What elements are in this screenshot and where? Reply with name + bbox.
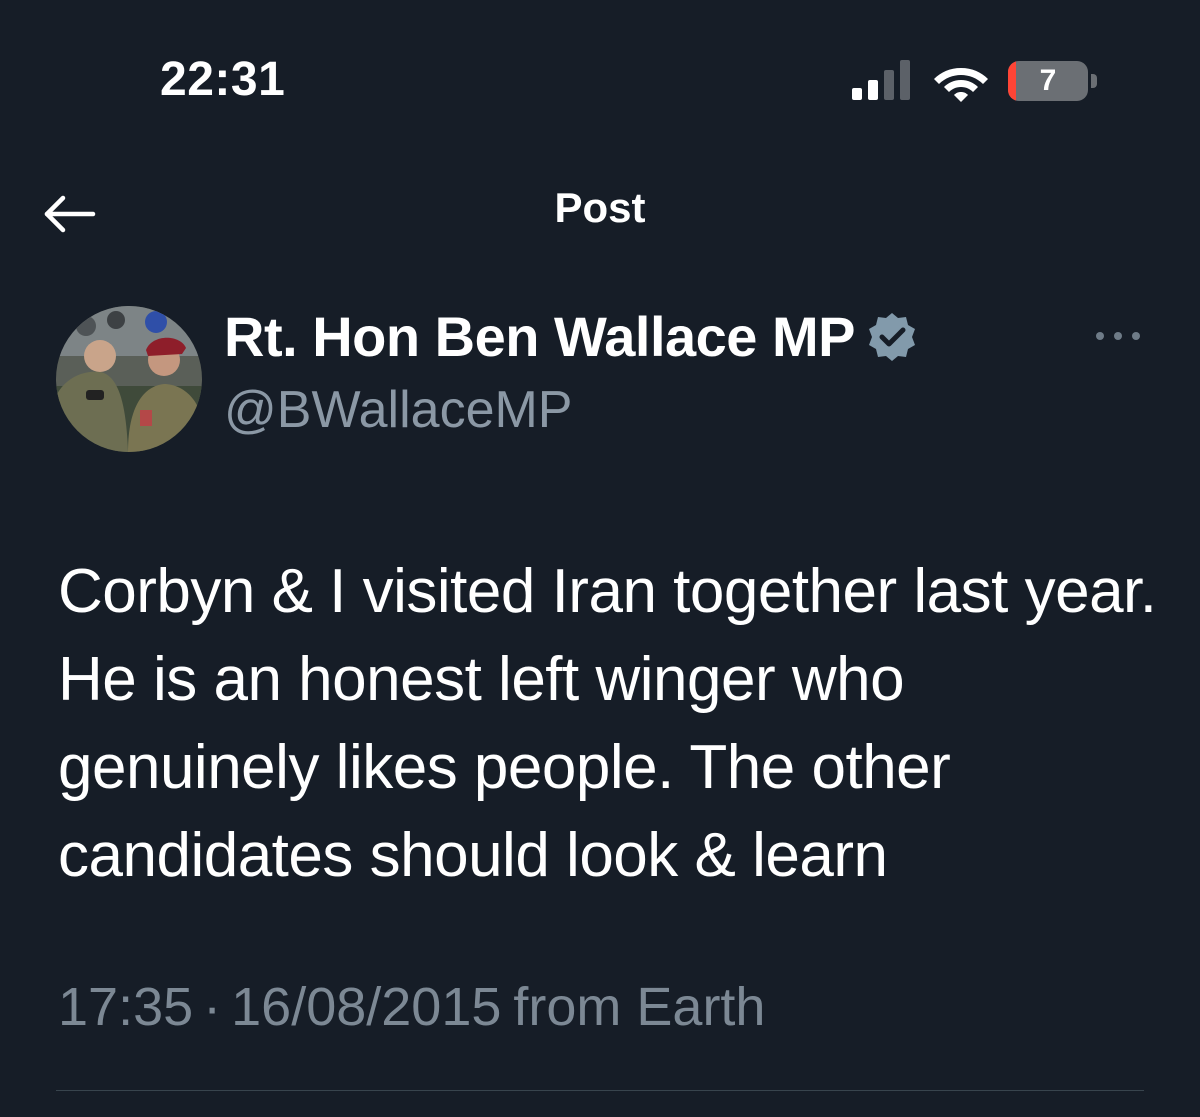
more-horizontal-icon (1096, 332, 1140, 340)
post-metadata: 17:35 · 16/08/2015 from Earth (58, 976, 765, 1038)
avatar[interactable] (56, 306, 202, 452)
avatar-image (56, 306, 202, 452)
battery-icon: 7 (1008, 61, 1098, 105)
more-options-button[interactable] (1088, 316, 1148, 356)
page-title: Post (554, 184, 646, 231)
wifi-icon (934, 68, 988, 102)
battery-body: 7 (1008, 61, 1088, 101)
post-text: Corbyn & I visited Iran together last ye… (58, 557, 1157, 890)
battery-tip (1091, 74, 1097, 88)
meta-separator: · (203, 977, 222, 1037)
post-time[interactable]: 17:35 (58, 977, 193, 1037)
verified-badge-icon (869, 312, 916, 361)
author-name-row[interactable]: Rt. Hon Ben Wallace MP (224, 304, 919, 369)
author-display-name: Rt. Hon Ben Wallace MP (224, 305, 856, 368)
post-source: from Earth (513, 977, 766, 1037)
cellular-signal-icon (852, 60, 910, 100)
status-bar-time: 22:31 (160, 53, 286, 106)
post-date[interactable]: 16/08/2015 (231, 977, 501, 1037)
battery-level-text: 7 (1039, 64, 1057, 97)
author-handle[interactable]: @BWallaceMP (224, 380, 573, 440)
divider (56, 1090, 1144, 1091)
post-detail-screen: 22:31 7 Post Rt. Hon Ben Wallace MP @BWa… (0, 0, 1200, 1117)
